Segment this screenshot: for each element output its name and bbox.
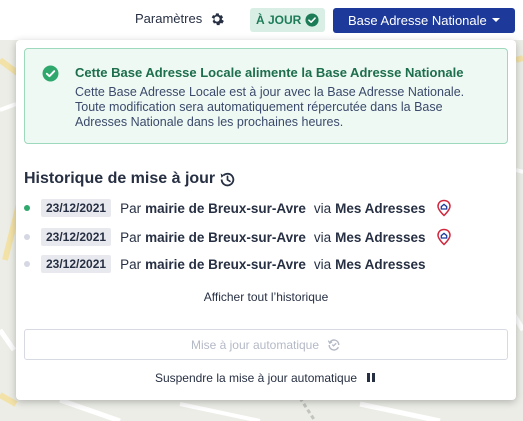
check-circle-icon xyxy=(305,13,319,27)
active-dot xyxy=(24,205,30,211)
suspend-label: Suspendre la mise à jour automatique xyxy=(154,371,358,385)
history-date: 23/12/2021 xyxy=(41,255,112,273)
pause-icon xyxy=(367,373,377,383)
history-by-prefix: Par xyxy=(120,229,142,245)
suspend-auto-update-button[interactable]: Suspendre la mise à jour automatique xyxy=(16,371,516,385)
top-bar: Paramètres À JOUR Base Adresse Nationale xyxy=(0,0,523,40)
history-via-prefix: via xyxy=(313,200,332,216)
history-tool: Mes Adresses xyxy=(335,256,426,272)
history-date: 23/12/2021 xyxy=(41,228,112,246)
settings-button[interactable]: Paramètres xyxy=(135,11,225,26)
inactive-dot xyxy=(24,234,30,240)
history-tool: Mes Adresses xyxy=(335,200,426,216)
sync-status-popover: Cette Base Adresse Locale alimente la Ba… xyxy=(16,40,516,400)
show-all-history-link[interactable]: Afficher tout l’historique xyxy=(16,290,516,304)
sync-icon xyxy=(327,338,340,351)
status-badge: À JOUR xyxy=(250,8,326,32)
history-title-text: Historique de mise à jour xyxy=(24,170,216,187)
history-item: 23/12/2021 Par mairie de Breux-sur-Avre … xyxy=(24,254,425,274)
history-by-prefix: Par xyxy=(120,200,142,216)
history-via-prefix: via xyxy=(313,229,332,245)
caret-down-icon xyxy=(492,18,500,22)
alert-title: Cette Base Adresse Locale alimente la Ba… xyxy=(75,65,464,80)
alert-body: Cette Base Adresse Locale est à jour ave… xyxy=(75,85,465,129)
history-item: 23/12/2021 Par mairie de Breux-sur-Avre … xyxy=(24,198,452,218)
history-author: mairie de Breux-sur-Avre xyxy=(145,256,306,272)
base-adresse-nationale-button[interactable]: Base Adresse Nationale xyxy=(333,8,515,33)
history-date: 23/12/2021 xyxy=(41,199,112,217)
sync-alert: Cette Base Adresse Locale alimente la Ba… xyxy=(24,48,508,144)
auto-update-label: Mise à jour automatique xyxy=(190,337,320,352)
status-label: À JOUR xyxy=(256,13,302,27)
check-circle-icon xyxy=(42,65,59,82)
gear-icon xyxy=(211,12,225,25)
history-tool: Mes Adresses xyxy=(335,229,426,245)
history-item: 23/12/2021 Par mairie de Breux-sur-Avre … xyxy=(24,227,452,247)
map-pin-icon xyxy=(437,199,452,217)
history-author: mairie de Breux-sur-Avre xyxy=(145,200,306,216)
history-author: mairie de Breux-sur-Avre xyxy=(145,229,306,245)
auto-update-button[interactable]: Mise à jour automatique xyxy=(24,329,508,360)
history-via-prefix: via xyxy=(313,256,332,272)
history-title: Historique de mise à jour xyxy=(24,170,236,188)
map-pin-icon xyxy=(437,228,452,246)
settings-label: Paramètres xyxy=(135,11,203,26)
ban-button-label: Base Adresse Nationale xyxy=(348,13,487,28)
history-icon xyxy=(220,172,235,186)
history-by-prefix: Par xyxy=(120,256,142,272)
inactive-dot xyxy=(24,261,30,267)
